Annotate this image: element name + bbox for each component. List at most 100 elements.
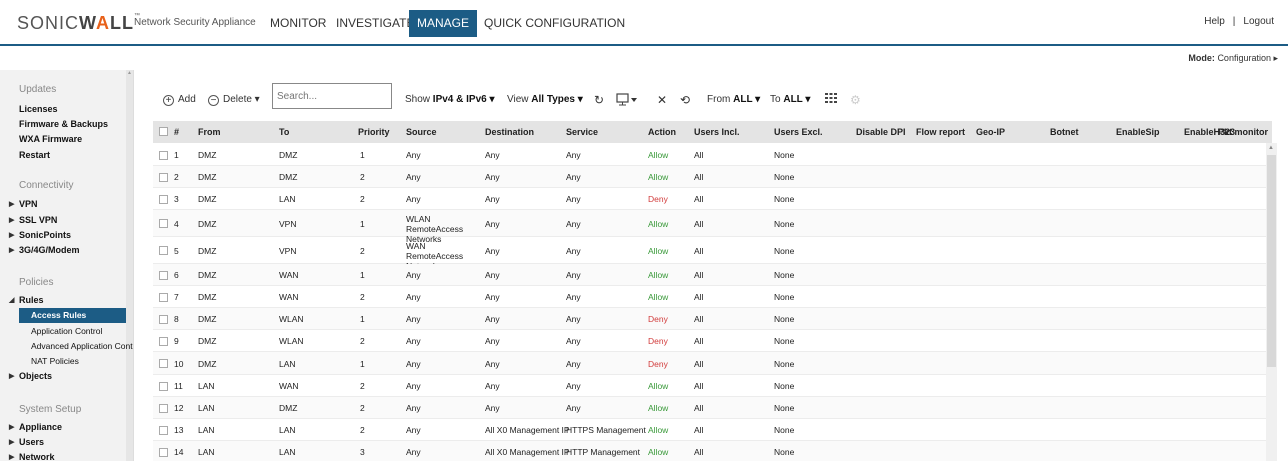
sidebar-item-firmware-backups[interactable]: Firmware & Backups	[19, 119, 108, 129]
row-checkbox[interactable]	[159, 151, 168, 160]
table-row[interactable]: 13 LAN LAN 2 Any All X0 Management IP HTTPS Ma…	[153, 419, 1266, 441]
row-checkbox[interactable]	[159, 246, 168, 255]
cell-number: 3	[174, 194, 179, 204]
table-row[interactable]: 14 LAN LAN 3 Any All X0 Management IP HTTP Man…	[153, 441, 1266, 461]
col-flow-report[interactable]: Flow report	[916, 127, 965, 137]
cell-number: 6	[174, 270, 179, 280]
cell-number: 4	[174, 219, 179, 229]
row-checkbox[interactable]	[159, 359, 168, 368]
cell-priority: 3	[360, 447, 365, 457]
col-botnet[interactable]: Botnet	[1050, 127, 1079, 137]
sidebar-item-access-rules[interactable]: Access Rules	[31, 310, 86, 320]
mode-indicator[interactable]: Mode: Configuration ▸	[1188, 53, 1278, 64]
col-number[interactable]: #	[174, 127, 179, 137]
cell-source: Any	[406, 381, 421, 391]
sonicwall-logo[interactable]: SONICWALL™	[17, 13, 141, 34]
delete-button[interactable]: − Delete ▾	[208, 93, 260, 107]
history-icon[interactable]: ⟲	[680, 93, 690, 107]
row-checkbox[interactable]	[159, 337, 168, 346]
table-scrollbar[interactable]: ▲	[1266, 143, 1277, 461]
view-filter-dropdown[interactable]: View All Types ▾	[507, 93, 583, 107]
col-source[interactable]: Source	[406, 127, 437, 137]
sidebar-item-objects[interactable]: ▶ Objects	[9, 371, 52, 381]
row-checkbox[interactable]	[159, 195, 168, 204]
row-checkbox[interactable]	[159, 382, 168, 391]
caret-right-icon: ▶	[9, 217, 15, 224]
help-link[interactable]: Help	[1204, 16, 1225, 27]
sidebar-item-rules[interactable]: ◢ Rules	[9, 295, 44, 305]
scroll-up-icon[interactable]: ▲	[1268, 145, 1274, 151]
table-row[interactable]: 7 DMZ WAN 2 Any Any Any Allow All None	[153, 286, 1266, 308]
col-priority[interactable]: Priority	[358, 127, 390, 137]
select-all-checkbox[interactable]	[159, 127, 168, 136]
col-geo-ip[interactable]: Geo-IP	[976, 127, 1005, 137]
sidebar-item-3g-4g-modem[interactable]: ▶ 3G/4G/Modem	[9, 245, 80, 255]
cell-priority: 2	[360, 381, 365, 391]
nav-quick-configuration[interactable]: QUICK CONFIGURATION	[476, 10, 633, 37]
table-row[interactable]: 4 DMZ VPN 1 WLAN RemoteAccess Networks Any Any…	[153, 210, 1266, 244]
table-row[interactable]: 2 DMZ DMZ 2 Any Any Any Allow All None	[153, 166, 1266, 188]
sidebar-item-licenses[interactable]: Licenses	[19, 104, 58, 114]
table-row[interactable]: 5DMZVPN2WAN RemoteAccess NetworksAnyAnyA…	[153, 237, 1266, 271]
table-row[interactable]: 8 DMZ WLAN 1 Any Any Any Deny All None	[153, 308, 1266, 330]
row-checkbox[interactable]	[159, 293, 168, 302]
sidebar-item-appliance[interactable]: ▶ Appliance	[9, 422, 62, 432]
show-filter-dropdown[interactable]: Show IPv4 & IPv6 ▾	[405, 93, 495, 107]
logout-link[interactable]: Logout	[1243, 16, 1274, 27]
row-checkbox[interactable]	[159, 315, 168, 324]
col-enablesip[interactable]: EnableSip	[1116, 127, 1160, 137]
table-row[interactable]: 6 DMZ WAN 1 Any Any Any Allow All None	[153, 264, 1266, 286]
col-service[interactable]: Service	[566, 127, 598, 137]
clear-filter-icon[interactable]: ✕	[657, 93, 667, 107]
row-checkbox[interactable]	[159, 448, 168, 457]
col-pkt-monitor[interactable]: Pkt monitor	[1218, 127, 1268, 137]
table-row[interactable]: 12 LAN DMZ 2 Any Any Any Allow All None	[153, 397, 1266, 419]
sidebar-item-advanced-application-control[interactable]: Advanced Application Control	[31, 341, 133, 351]
table-row[interactable]: 11 LAN WAN 2 Any Any Any Allow All None	[153, 375, 1266, 397]
col-action[interactable]: Action	[648, 127, 676, 137]
table-scrollbar-thumb[interactable]	[1267, 155, 1276, 367]
sidebar-item-nat-policies[interactable]: NAT Policies	[31, 356, 79, 366]
table-row[interactable]: 9 DMZ WLAN 2 Any Any Any Deny All None	[153, 330, 1266, 352]
col-to[interactable]: To	[279, 127, 289, 137]
cell-service: Any	[566, 359, 581, 369]
sidebar-item-restart[interactable]: Restart	[19, 150, 50, 160]
sidebar-item-network[interactable]: ▶ Network	[9, 452, 55, 461]
sidebar-item-vpn[interactable]: ▶ VPN	[9, 199, 38, 209]
caret-right-icon: ▶	[9, 424, 15, 431]
column-grid-icon[interactable]	[825, 93, 837, 108]
sidebar-item-wxa-firmware[interactable]: WXA Firmware	[19, 134, 82, 144]
sidebar-item-ssl-vpn[interactable]: ▶ SSL VPN	[9, 215, 57, 225]
col-destination[interactable]: Destination	[485, 127, 534, 137]
row-checkbox[interactable]	[159, 271, 168, 280]
col-users-incl[interactable]: Users Incl.	[694, 127, 740, 137]
row-checkbox[interactable]	[159, 404, 168, 413]
row-checkbox[interactable]	[159, 173, 168, 182]
from-zone-dropdown[interactable]: From ALL ▾	[707, 93, 760, 107]
nav-monitor[interactable]: MONITOR	[262, 10, 334, 37]
sidebar-item-application-control[interactable]: Application Control	[31, 326, 102, 336]
search-input[interactable]	[273, 84, 391, 108]
refresh-icon[interactable]: ↻	[594, 93, 604, 107]
settings-gear-icon[interactable]: ⚙	[850, 93, 861, 107]
sidebar-scrollbar[interactable]	[126, 70, 133, 461]
sidebar-item-sonicpoints[interactable]: ▶ SonicPoints	[9, 230, 71, 240]
col-disable-dpi[interactable]: Disable DPI	[856, 127, 906, 137]
cell-action: Allow	[648, 447, 669, 457]
sidebar-item-users[interactable]: ▶ Users	[9, 437, 44, 447]
table-row[interactable]: 10 DMZ LAN 1 Any Any Any Deny All None	[153, 352, 1266, 375]
display-options-icon[interactable]	[616, 93, 638, 112]
add-button[interactable]: + Add	[163, 93, 196, 107]
table-row[interactable]: 3 DMZ LAN 2 Any Any Any Deny All None	[153, 188, 1266, 210]
cell-destination: All X0 Management IP	[485, 425, 570, 435]
col-from[interactable]: From	[198, 127, 221, 137]
cell-action: Deny	[648, 359, 668, 369]
nav-manage[interactable]: MANAGE	[409, 10, 478, 37]
cell-priority: 2	[360, 336, 365, 346]
to-zone-dropdown[interactable]: To ALL ▾	[770, 93, 810, 107]
row-checkbox[interactable]	[159, 219, 168, 228]
cell-users-excl: None	[774, 292, 795, 302]
col-users-excl[interactable]: Users Excl.	[774, 127, 823, 137]
row-checkbox[interactable]	[159, 426, 168, 435]
table-row[interactable]: 1 DMZ DMZ 1 Any Any Any Allow All None	[153, 144, 1266, 166]
